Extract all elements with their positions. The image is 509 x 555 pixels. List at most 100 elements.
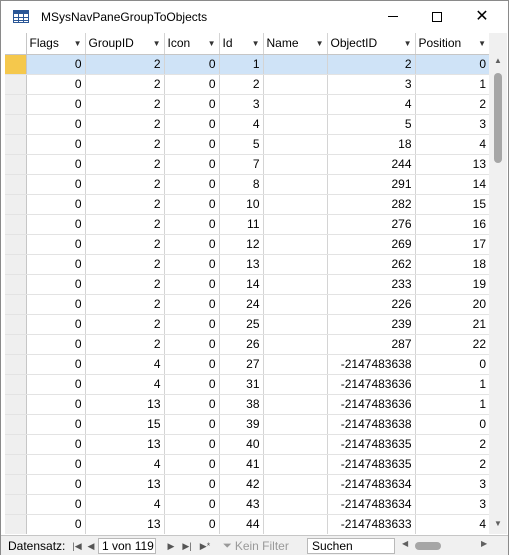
row-selector[interactable] bbox=[5, 114, 27, 135]
cell-flags[interactable]: 0 bbox=[26, 434, 86, 455]
cell-flags[interactable]: 0 bbox=[26, 514, 86, 534]
cell-objectid[interactable]: 276 bbox=[327, 214, 416, 235]
chevron-down-icon[interactable]: ▼ bbox=[404, 39, 412, 48]
cell-flags[interactable]: 0 bbox=[26, 154, 86, 175]
table-row[interactable]: 0 2 0 8 291 14 bbox=[5, 174, 489, 195]
cell-flags[interactable]: 0 bbox=[26, 334, 86, 355]
row-selector[interactable] bbox=[5, 174, 27, 195]
cell-objectid[interactable]: 287 bbox=[327, 334, 416, 355]
cell-icon[interactable]: 0 bbox=[164, 334, 220, 355]
cell-name[interactable] bbox=[263, 274, 328, 295]
table-row[interactable]: 0 15 0 39 -2147483638 0 bbox=[5, 414, 489, 435]
row-selector[interactable] bbox=[5, 514, 27, 534]
close-button[interactable]: ✕ bbox=[459, 1, 505, 32]
cell-position[interactable]: 22 bbox=[415, 334, 489, 355]
cell-position[interactable]: 15 bbox=[415, 194, 489, 215]
cell-name[interactable] bbox=[263, 94, 328, 115]
cell-name[interactable] bbox=[263, 414, 328, 435]
cell-groupid[interactable]: 15 bbox=[85, 414, 165, 435]
previous-record-icon[interactable]: ◀ bbox=[83, 538, 99, 554]
cell-position[interactable]: 19 bbox=[415, 274, 489, 295]
cell-name[interactable] bbox=[263, 134, 328, 155]
chevron-down-icon[interactable]: ▼ bbox=[74, 39, 82, 48]
cell-icon[interactable]: 0 bbox=[164, 194, 220, 215]
cell-flags[interactable]: 0 bbox=[26, 474, 86, 495]
cell-flags[interactable]: 0 bbox=[26, 54, 86, 75]
cell-id[interactable]: 25 bbox=[219, 314, 264, 335]
cell-icon[interactable]: 0 bbox=[164, 114, 220, 135]
cell-id[interactable]: 40 bbox=[219, 434, 264, 455]
cell-name[interactable] bbox=[263, 114, 328, 135]
cell-id[interactable]: 1 bbox=[219, 54, 264, 75]
cell-icon[interactable]: 0 bbox=[164, 494, 220, 515]
table-row[interactable]: 0 13 0 38 -2147483636 1 bbox=[5, 394, 489, 415]
chevron-down-icon[interactable]: ▼ bbox=[208, 39, 216, 48]
cell-icon[interactable]: 0 bbox=[164, 234, 220, 255]
cell-icon[interactable]: 0 bbox=[164, 374, 220, 395]
table-row[interactable]: 0 13 0 42 -2147483634 3 bbox=[5, 474, 489, 495]
cell-objectid[interactable]: 244 bbox=[327, 154, 416, 175]
cell-flags[interactable]: 0 bbox=[26, 414, 86, 435]
cell-groupid[interactable]: 2 bbox=[85, 54, 165, 75]
cell-objectid[interactable]: 5 bbox=[327, 114, 416, 135]
cell-groupid[interactable]: 2 bbox=[85, 314, 165, 335]
column-header-flags[interactable]: Flags ▼ bbox=[26, 33, 86, 55]
row-selector[interactable] bbox=[5, 334, 27, 355]
table-row[interactable]: 0 4 0 43 -2147483634 3 bbox=[5, 494, 489, 515]
cell-name[interactable] bbox=[263, 374, 328, 395]
cell-id[interactable]: 39 bbox=[219, 414, 264, 435]
table-row[interactable]: 0 2 0 10 282 15 bbox=[5, 194, 489, 215]
row-selector[interactable] bbox=[5, 454, 27, 475]
table-row[interactable]: 0 13 0 44 -2147483633 4 bbox=[5, 514, 489, 534]
column-header-position[interactable]: Position ▼ bbox=[415, 33, 489, 55]
cell-name[interactable] bbox=[263, 254, 328, 275]
table-row[interactable]: 020342 bbox=[5, 94, 489, 115]
cell-position[interactable]: 4 bbox=[415, 134, 489, 155]
filter-toggle[interactable]: ⏷ Kein Filter bbox=[223, 538, 289, 554]
new-record-icon[interactable]: ▶* bbox=[197, 538, 213, 554]
row-selector[interactable] bbox=[5, 234, 27, 255]
row-selector[interactable] bbox=[5, 474, 27, 495]
cell-flags[interactable]: 0 bbox=[26, 94, 86, 115]
cell-name[interactable] bbox=[263, 434, 328, 455]
cell-objectid[interactable]: -2147483634 bbox=[327, 494, 416, 515]
chevron-down-icon[interactable]: ▼ bbox=[478, 39, 486, 48]
cell-id[interactable]: 10 bbox=[219, 194, 264, 215]
table-row[interactable]: 0 2 0 14 233 19 bbox=[5, 274, 489, 295]
cell-name[interactable] bbox=[263, 314, 328, 335]
cell-position[interactable]: 3 bbox=[415, 114, 489, 135]
cell-position[interactable]: 0 bbox=[415, 414, 489, 435]
cell-groupid[interactable]: 2 bbox=[85, 234, 165, 255]
table-row[interactable]: 020231 bbox=[5, 74, 489, 95]
cell-id[interactable]: 43 bbox=[219, 494, 264, 515]
cell-icon[interactable]: 0 bbox=[164, 434, 220, 455]
column-header-name[interactable]: Name ▼ bbox=[263, 33, 328, 55]
cell-groupid[interactable]: 13 bbox=[85, 434, 165, 455]
cell-id[interactable]: 13 bbox=[219, 254, 264, 275]
chevron-down-icon[interactable]: ▼ bbox=[316, 39, 324, 48]
last-record-icon[interactable]: ▶| bbox=[179, 538, 195, 554]
table-row[interactable]: 0 13 0 40 -2147483635 2 bbox=[5, 434, 489, 455]
cell-flags[interactable]: 0 bbox=[26, 234, 86, 255]
cell-objectid[interactable]: 4 bbox=[327, 94, 416, 115]
row-selector[interactable] bbox=[5, 94, 27, 115]
cell-position[interactable]: 14 bbox=[415, 174, 489, 195]
cell-groupid[interactable]: 2 bbox=[85, 174, 165, 195]
table-row[interactable]: 020120 bbox=[5, 54, 489, 75]
cell-position[interactable]: 21 bbox=[415, 314, 489, 335]
cell-icon[interactable]: 0 bbox=[164, 454, 220, 475]
scroll-left-icon[interactable]: ◀ bbox=[402, 539, 408, 548]
cell-name[interactable] bbox=[263, 354, 328, 375]
cell-position[interactable]: 0 bbox=[415, 54, 489, 75]
cell-name[interactable] bbox=[263, 514, 328, 534]
cell-flags[interactable]: 0 bbox=[26, 254, 86, 275]
column-header-id[interactable]: Id ▼ bbox=[219, 33, 264, 55]
cell-icon[interactable]: 0 bbox=[164, 214, 220, 235]
row-selector[interactable] bbox=[5, 274, 27, 295]
cell-id[interactable]: 14 bbox=[219, 274, 264, 295]
cell-position[interactable]: 2 bbox=[415, 454, 489, 475]
column-header-groupid[interactable]: GroupID ▼ bbox=[85, 33, 165, 55]
cell-objectid[interactable]: 226 bbox=[327, 294, 416, 315]
cell-position[interactable]: 1 bbox=[415, 74, 489, 95]
row-selector[interactable] bbox=[5, 254, 27, 275]
